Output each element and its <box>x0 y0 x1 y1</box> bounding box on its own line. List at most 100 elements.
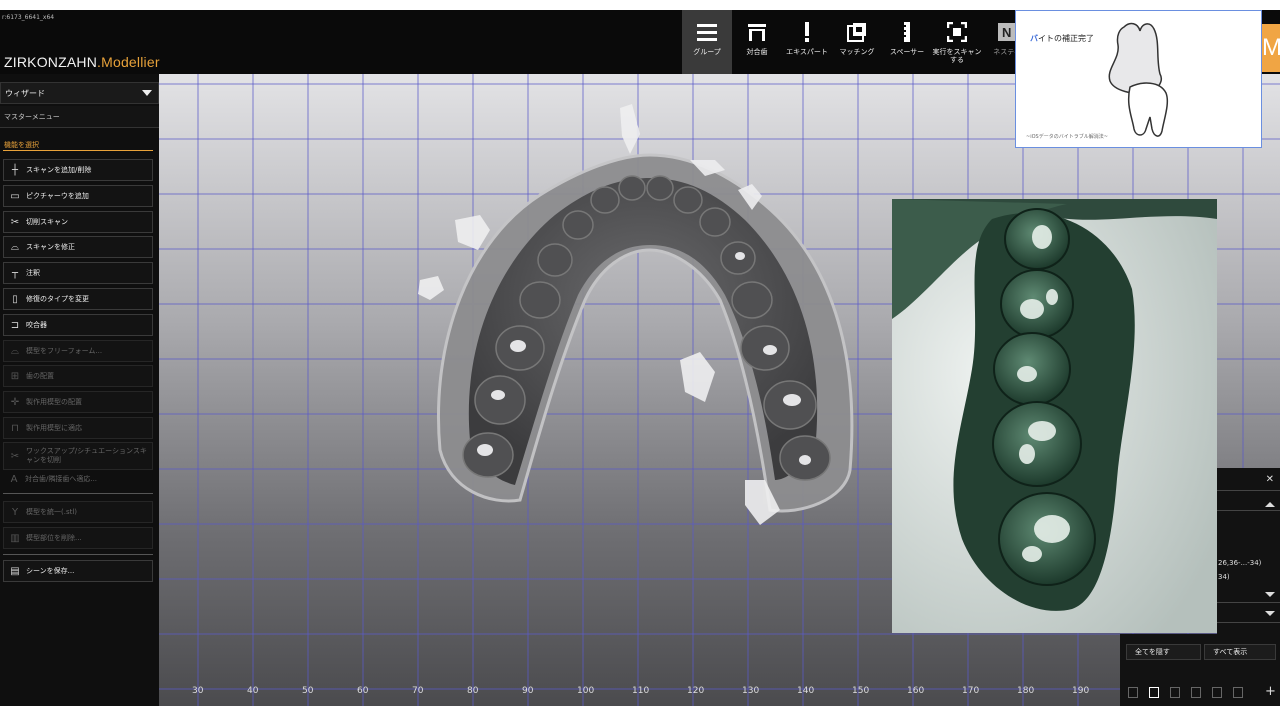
panel-divider <box>1217 510 1280 511</box>
tooth-illustration <box>1108 22 1169 137</box>
exclamation-icon <box>802 20 812 44</box>
axis-tick-label: 30 <box>192 686 204 696</box>
axis-tick-label: 180 <box>1017 686 1035 696</box>
toolbar-label: 実行をスキャン する <box>932 48 982 64</box>
panel-divider <box>1217 602 1280 603</box>
sidebar-item-pin[interactable]: ┬ 注釈 <box>3 262 153 284</box>
sidebar-item-label: ワックスアップ/シチュエーションスキャンを切削 <box>26 447 147 464</box>
section-divider <box>3 150 153 151</box>
close-icon[interactable]: ✕ <box>1266 474 1274 485</box>
axis-tick-label: 110 <box>632 686 650 696</box>
axis-tick-label: 170 <box>962 686 980 696</box>
sidebar-item-scissors[interactable]: ✂ 切削スキャン <box>3 211 153 233</box>
axis-tick-label: 70 <box>412 686 424 696</box>
axis-tick-label: 120 <box>687 686 705 696</box>
sidebar-item-label: スキャンを追加/削除 <box>26 166 92 174</box>
model-adapt-icon: ⊓ <box>11 422 19 434</box>
sidebar-item-label: スキャンを修正 <box>26 243 75 251</box>
scroll-up-icon[interactable] <box>1265 502 1275 507</box>
caret-down-icon <box>142 90 152 96</box>
axis-tick-label: 150 <box>852 686 870 696</box>
axis-tick-label: 100 <box>577 686 595 696</box>
layer-toggle[interactable] <box>1212 687 1222 698</box>
thumbnail-title-text: イトの補正完了 <box>1038 34 1094 43</box>
restoration-icon: ▯ <box>12 293 18 305</box>
sidebar-item-label: シーンを保存... <box>26 567 75 575</box>
axis-tick-label: 130 <box>742 686 760 696</box>
scroll-down-icon[interactable] <box>1265 592 1275 597</box>
scan-entry-text[interactable]: 26,36-...-34) <box>1218 559 1261 567</box>
intraoral-photo[interactable] <box>892 199 1217 633</box>
thumbnail-title: バイトの補正完了 <box>1030 33 1094 44</box>
app-logo: ZIRKONZAHN.Modellier <box>4 54 160 70</box>
layer-toggle[interactable] <box>1128 687 1138 698</box>
sidebar-item-label: 歯の配置 <box>26 372 54 380</box>
sidebar-item-merge[interactable]: Y 模型を統一(.stl) <box>3 501 153 523</box>
axis-tick-label: 140 <box>797 686 815 696</box>
layer-toggle[interactable] <box>1233 687 1243 698</box>
toolbar-antagonist-button[interactable]: 対合歯 <box>732 10 782 74</box>
master-menu-button[interactable]: マスターメニュー <box>0 106 159 128</box>
bite-correction-thumbnail[interactable]: バイトの補正完了 ~iOSデータのバイトラブル解消法~ <box>1015 10 1262 148</box>
main-toolbar: グループ 対合歯 エキスパート マッチング スペーサー 実行をスキャン する N <box>682 10 1032 74</box>
scan-frame-icon <box>947 20 967 44</box>
plus-cross-icon: ┼ <box>11 164 19 176</box>
toolbar-group-button[interactable]: グループ <box>682 10 732 74</box>
sidebar-item-label: ピクチャーウを追加 <box>26 192 89 200</box>
window-title: r:6173_6641_x64 <box>2 14 55 21</box>
model-placement-icon: ✛ <box>10 396 20 408</box>
toolbar-spacer-button[interactable]: スペーサー <box>882 10 932 74</box>
panel-divider <box>1217 490 1280 491</box>
sidebar-item-label: 対合歯/隣接歯へ適応... <box>25 475 98 483</box>
layer-toggle[interactable] <box>1191 687 1201 698</box>
bottom-ruler-strip <box>0 706 1280 720</box>
nesting-icon: N <box>998 20 1016 44</box>
sidebar-item-tooth-placement[interactable]: ⊞ 歯の配置 <box>3 365 153 387</box>
sidebar-item-articulator[interactable]: ⊐ 咬合器 <box>3 314 153 336</box>
axis-tick-label: 190 <box>1072 686 1090 696</box>
sidebar-item-letter-a[interactable]: A 対合歯/隣接歯へ適応... <box>3 468 153 490</box>
toolbar-execute-scan-button[interactable]: 実行をスキャン する <box>932 10 982 74</box>
toolbar-expert-button[interactable]: エキスパート <box>782 10 832 74</box>
thumbnail-title-accent: バ <box>1030 34 1038 43</box>
dropdown-caret-icon[interactable] <box>1265 611 1275 616</box>
scan-entry-text[interactable]: 34) <box>1218 573 1230 581</box>
add-icon[interactable]: + <box>1265 684 1276 699</box>
toolbar-matching-button[interactable]: マッチング <box>832 10 882 74</box>
axis-tick-label: 80 <box>467 686 479 696</box>
letter-a-icon: A <box>10 473 18 485</box>
sidebar-item-model-adapt[interactable]: ⊓ 製作用模型に適応 <box>3 417 153 439</box>
toolbar-label: エキスパート <box>786 48 828 56</box>
sidebar-item-model-placement[interactable]: ✛ 製作用模型の配置 <box>3 391 153 413</box>
trash-icon: ▥ <box>10 532 20 544</box>
sidebar-item-trash[interactable]: ▥ 模型部位を削除... <box>3 527 153 549</box>
merge-icon: Y <box>11 506 19 518</box>
axis-tick-label: 40 <box>247 686 259 696</box>
sidebar-item-waxup-cut[interactable]: ✂ ワックスアップ/シチュエーションスキャンを切削 <box>3 442 153 470</box>
pin-icon: ┬ <box>11 267 19 279</box>
left-sidebar: ウィザード マスターメニュー 機能を選択 ┼ スキャンを追加/削除 ▭ ピクチャーウを… <box>0 74 159 706</box>
logo-brand: ZIRKONZAHN <box>4 54 97 70</box>
wizard-dropdown[interactable]: ウィザード <box>0 82 159 104</box>
sidebar-item-restoration[interactable]: ▯ 修復のタイプを変更 <box>3 288 153 310</box>
sidebar-item-freeform[interactable]: ⌓ 模型をフリーフォーム... <box>3 340 153 362</box>
sidebar-item-picture[interactable]: ▭ ピクチャーウを追加 <box>3 185 153 207</box>
sidebar-item-label: 修復のタイプを変更 <box>26 295 89 303</box>
layer-toggle[interactable] <box>1170 687 1180 698</box>
visibility-panel: 全てを隠す すべて表示 + <box>1120 634 1280 706</box>
right-scan-panel: ✕ 26,36-...-34) 34) <box>1217 468 1280 634</box>
sidebar-item-edit-scan[interactable]: ⌓ スキャンを修正 <box>3 236 153 258</box>
sidebar-item-label: 模型をフリーフォーム... <box>26 347 103 355</box>
picture-icon: ▭ <box>10 190 20 202</box>
hide-all-button[interactable]: 全てを隠す <box>1126 644 1201 660</box>
layer-toggle[interactable] <box>1149 687 1159 698</box>
tooth-photo-image <box>892 199 1217 633</box>
sidebar-item-label: 咬合器 <box>26 321 47 329</box>
show-all-button[interactable]: すべて表示 <box>1204 644 1276 660</box>
sidebar-item-save[interactable]: ▤ シーンを保存... <box>3 560 153 582</box>
sidebar-item-plus-cross[interactable]: ┼ スキャンを追加/削除 <box>3 159 153 181</box>
m-logo-tab[interactable]: M <box>1262 24 1280 72</box>
antagonist-icon <box>747 20 767 44</box>
axis-tick-label: 60 <box>357 686 369 696</box>
toolbar-label: グループ <box>693 48 721 56</box>
